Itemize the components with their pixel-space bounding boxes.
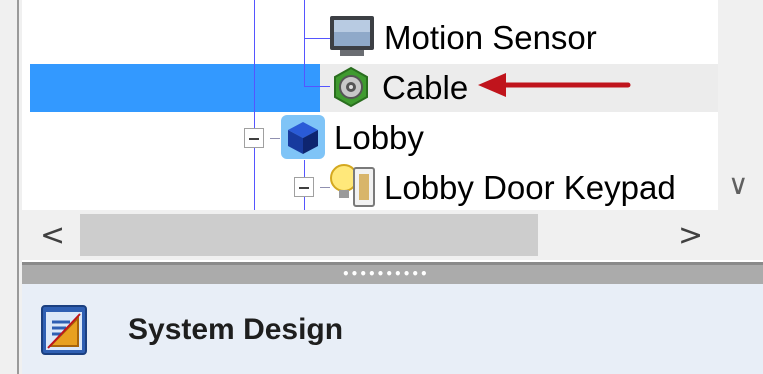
scrollbar-corner [718,210,763,260]
scroll-right-button[interactable]: > [678,218,703,253]
horizontal-scrollbar[interactable]: < > [22,210,718,260]
scroll-down-button[interactable]: ∨ [728,168,749,201]
tree-node-cable[interactable]: Cable [382,68,468,108]
tree-node-motion-sensor[interactable]: Motion Sensor [384,18,597,58]
tree-view[interactable]: Motion Sensor Cable Lobby Lobby Door Key… [22,0,718,210]
monitor-icon [328,14,376,63]
tree-node-lobby-door-keypad[interactable]: Lobby Door Keypad [384,168,676,208]
tree-line [270,138,280,139]
splitter-edge [22,262,763,265]
window-left-border [0,0,22,262]
horizontal-scroll-thumb[interactable] [80,214,538,256]
panel-splitter[interactable]: •••••••••• [22,262,763,284]
vertical-scrollbar[interactable]: ∨ [718,0,763,210]
window-left-border [0,262,22,374]
collapse-toggle-lobby-door-keypad[interactable] [294,177,314,197]
cube-icon [280,114,326,165]
keypad-bulb-icon [328,162,378,210]
tree-node-lobby[interactable]: Lobby [334,118,424,158]
red-arrow-icon [476,70,636,105]
splitter-grip[interactable]: •••••••••• [342,268,429,280]
system-design-icon [40,304,88,361]
system-design-label[interactable]: System Design [128,310,343,350]
collapse-toggle-lobby[interactable] [244,128,264,148]
tree-line [304,86,330,87]
tree-line [254,0,255,210]
cable-icon [330,66,372,113]
system-design-panel[interactable]: System Design [22,284,763,374]
selection-highlight [30,64,320,112]
tree-line [304,38,330,39]
scroll-left-button[interactable]: < [40,218,65,253]
tree-line [304,0,305,86]
